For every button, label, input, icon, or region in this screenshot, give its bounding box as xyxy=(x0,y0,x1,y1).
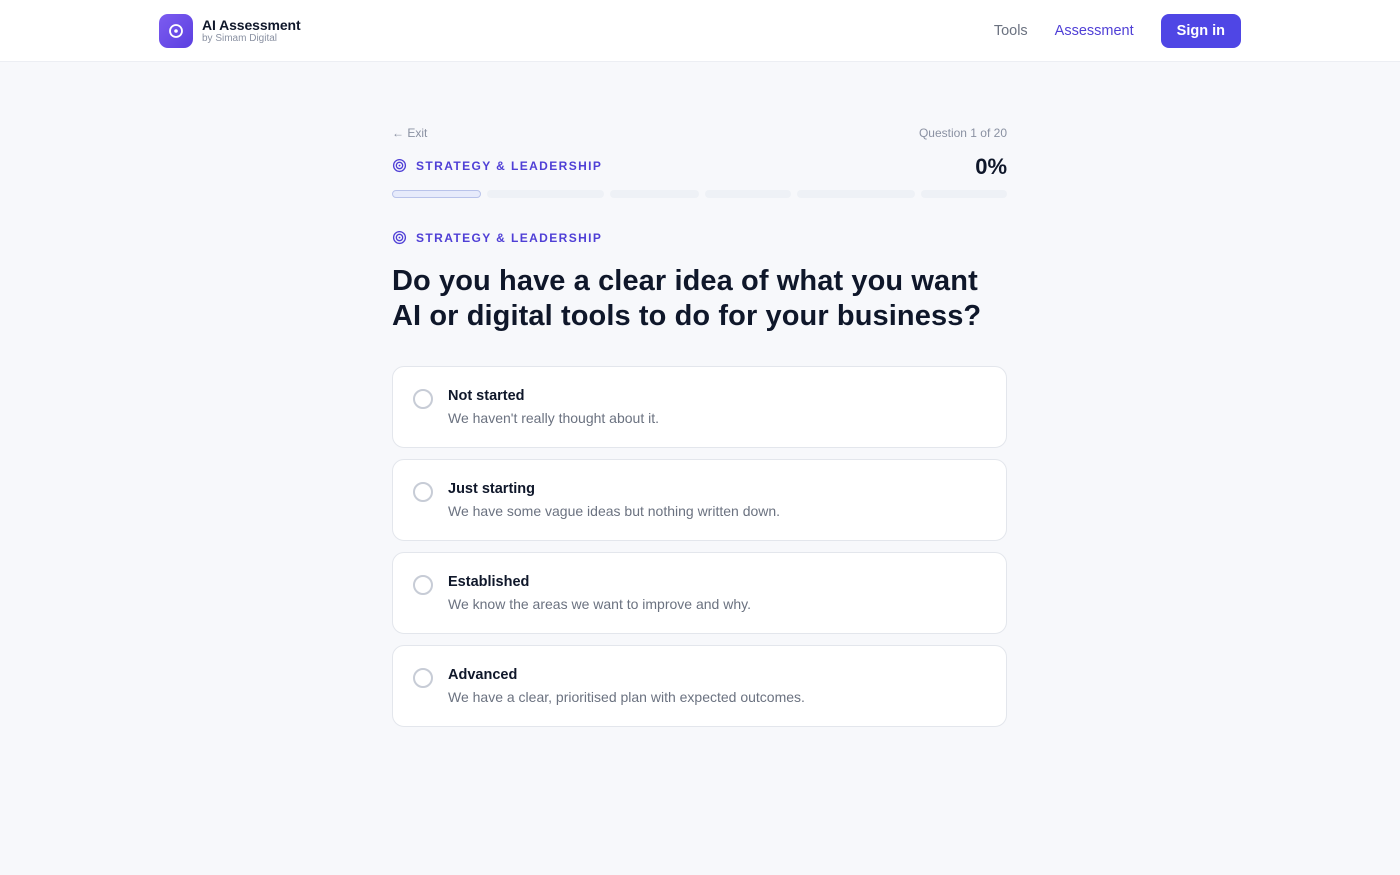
option-description: We haven't really thought about it. xyxy=(448,410,659,426)
brand-logo-icon xyxy=(159,14,193,48)
progress-category: STRATEGY & LEADERSHIP xyxy=(392,158,1007,173)
progress-segment xyxy=(487,190,604,198)
option-title: Established xyxy=(448,574,530,590)
main-nav: Tools Assessment Sign in xyxy=(994,14,1241,48)
top-nav-bar: AI Assessment by Simam Digital Tools Ass… xyxy=(0,0,1400,62)
progress-segment xyxy=(797,190,915,198)
option-title: Advanced xyxy=(448,667,518,683)
option-description: We have a clear, prioritised plan with e… xyxy=(448,689,805,705)
question-category: STRATEGY & LEADERSHIP xyxy=(392,230,1007,245)
brand-title: AI Assessment xyxy=(202,17,301,33)
answer-option-just-starting[interactable]: Just starting We have some vague ideas b… xyxy=(392,459,1007,541)
progress-percent: 0% xyxy=(975,154,1007,179)
progress-bar xyxy=(392,190,1007,200)
answer-option-established[interactable]: Established We know the areas we want to… xyxy=(392,552,1007,634)
progress-category-label: STRATEGY & LEADERSHIP xyxy=(416,158,603,173)
progress-segment xyxy=(705,190,791,198)
brand-subtitle: by Simam Digital xyxy=(202,33,278,44)
option-description: We know the areas we want to improve and… xyxy=(448,596,751,612)
option-title: Just starting xyxy=(448,481,536,497)
question-text: Do you have a clear idea of what you wan… xyxy=(392,265,982,332)
radio-button[interactable] xyxy=(413,389,433,409)
option-description: We have some vague ideas but nothing wri… xyxy=(448,503,781,519)
radio-button[interactable] xyxy=(413,668,433,688)
option-title: Not started xyxy=(448,388,525,404)
progress-segment xyxy=(921,190,1007,198)
question-counter: Question 1 of 20 xyxy=(918,126,1007,140)
sign-in-button[interactable]: Sign in xyxy=(1160,14,1241,48)
progress-segment xyxy=(610,190,699,198)
nav-link-tools[interactable]: Tools xyxy=(994,23,1028,39)
progress-segment-strategy xyxy=(392,190,481,198)
answer-option-advanced[interactable]: Advanced We have a clear, prioritised pl… xyxy=(392,645,1007,727)
answer-options: Not started We haven't really thought ab… xyxy=(392,366,1007,738)
target-icon xyxy=(392,158,407,173)
radio-button[interactable] xyxy=(413,482,433,502)
radio-button[interactable] xyxy=(413,575,433,595)
target-icon xyxy=(392,230,407,245)
nav-link-assessment[interactable]: Assessment xyxy=(1055,23,1134,39)
brand[interactable]: AI Assessment by Simam Digital xyxy=(159,14,301,48)
exit-link[interactable]: ← Exit xyxy=(392,126,427,140)
answer-option-not-started[interactable]: Not started We haven't really thought ab… xyxy=(392,366,1007,448)
question-category-label: STRATEGY & LEADERSHIP xyxy=(416,230,603,245)
